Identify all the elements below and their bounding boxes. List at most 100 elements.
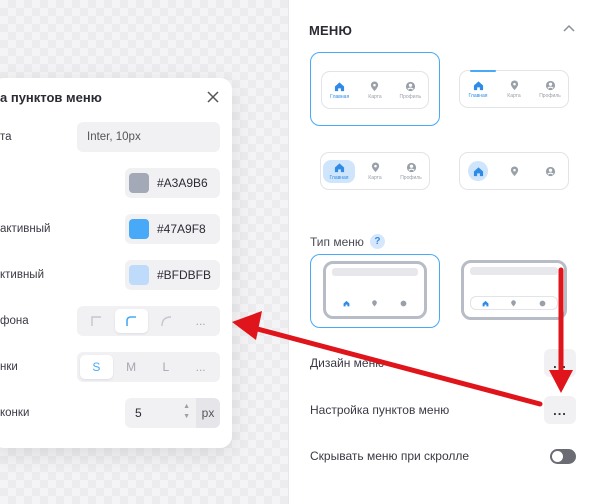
nav-home-label: Главная <box>468 92 488 99</box>
round-corner-icon <box>161 316 171 327</box>
color-row: #A3A9B6 <box>0 168 220 198</box>
round-corner-option[interactable] <box>150 309 183 333</box>
nav-home-item: Главная <box>463 80 493 99</box>
nav-map-label: Карта <box>368 93 382 100</box>
profile-icon <box>545 166 555 176</box>
close-icon[interactable] <box>206 90 220 104</box>
menu-design-button[interactable]: ... <box>544 349 576 377</box>
inactive-color-field[interactable]: #BFDBFB <box>125 260 220 290</box>
rounded-corner-icon <box>126 316 137 326</box>
profile-icon <box>405 81 415 91</box>
size-row: нки S M L ... <box>0 352 220 382</box>
size-option-l[interactable]: L <box>150 355 183 379</box>
menu-type-label: Тип меню ? <box>310 234 385 249</box>
nav-home-item: Главная <box>325 81 355 100</box>
size-label: нки <box>0 361 18 373</box>
active-color-swatch <box>129 219 149 239</box>
menu-items-settings-button[interactable]: ... <box>544 396 576 424</box>
menu-design-option-3[interactable]: Главная Карта Профиль <box>310 134 440 208</box>
square-corner-option[interactable] <box>80 309 113 333</box>
nav-map-item: Карта <box>499 79 529 99</box>
font-field[interactable]: Inter, 10px <box>77 122 220 152</box>
location-pin-icon <box>511 299 517 306</box>
location-pin-icon <box>510 165 518 176</box>
panel-title: МЕНЮ <box>309 23 353 38</box>
mini-nav <box>459 152 569 190</box>
menu-design-row: Дизайн меню ... <box>310 348 576 378</box>
chevron-up-icon[interactable] <box>562 23 576 33</box>
mini-nav: Главная Карта Профиль <box>320 152 430 190</box>
home-icon <box>482 300 489 306</box>
nav-map-label: Карта <box>507 92 521 99</box>
phone-tabbar <box>332 296 418 310</box>
nav-profile-item: Профиль <box>396 162 426 181</box>
popup-title: а пунктов меню <box>0 90 102 105</box>
menu-design-option-4[interactable] <box>449 134 579 208</box>
size-option-more[interactable]: ... <box>184 355 217 379</box>
nav-home-label: Главная <box>329 174 349 181</box>
location-pin-icon <box>372 299 378 306</box>
size-selector: S M L ... <box>77 352 220 382</box>
nav-home-item <box>463 161 493 181</box>
background-shape-label: фона <box>0 315 29 327</box>
size-option-s[interactable]: S <box>80 355 113 379</box>
color-swatch <box>129 173 149 193</box>
mini-nav: Главная Карта Профиль <box>459 70 569 108</box>
square-corner-icon <box>91 316 102 326</box>
hide-on-scroll-toggle[interactable] <box>550 448 576 464</box>
inactive-color-row: ктивный #BFDBFB <box>0 260 220 290</box>
menu-design-label: Дизайн меню <box>310 356 385 370</box>
help-icon[interactable]: ? <box>369 234 385 249</box>
nav-profile-label: Профиль <box>400 174 422 181</box>
menu-design-option-1[interactable]: Главная Карта Профиль <box>310 52 440 126</box>
location-pin-icon <box>371 161 379 172</box>
phone-header-bar <box>470 267 558 275</box>
menu-items-settings-label: Настройка пунктов меню <box>310 403 450 417</box>
icon-size-label: конки <box>0 407 30 419</box>
icon-size-row: конки 5 ▲ ▼ px <box>0 398 220 428</box>
phone-preview <box>461 260 567 320</box>
active-circle <box>468 161 488 181</box>
inactive-color-swatch <box>129 265 149 285</box>
icon-size-value: 5 <box>135 406 142 420</box>
nav-map-item <box>499 165 529 177</box>
home-icon <box>335 81 345 91</box>
phone-header-bar <box>332 268 418 276</box>
menu-design-option-2[interactable]: Главная Карта Профиль <box>449 52 579 126</box>
stepper-arrows-icon[interactable]: ▲ ▼ <box>183 402 190 422</box>
nav-profile-label: Профиль <box>399 93 422 100</box>
nav-home-item: Главная <box>323 159 355 183</box>
phone-tabbar <box>470 296 558 310</box>
size-option-m[interactable]: M <box>115 355 148 379</box>
active-color-row: активный #47A9F8 <box>0 214 220 244</box>
nav-map-item: Карта <box>360 80 390 100</box>
background-shape-selector: ... <box>77 306 220 336</box>
profile-icon <box>406 162 416 172</box>
home-icon <box>334 162 344 172</box>
icon-size-stepper[interactable]: 5 ▲ ▼ px <box>125 398 220 428</box>
profile-icon <box>539 300 546 306</box>
location-pin-icon <box>371 80 379 91</box>
arrow-to-popup-head <box>232 311 262 340</box>
hide-on-scroll-row: Скрывать меню при скролле <box>310 441 576 471</box>
nav-profile-item <box>535 166 565 177</box>
rounded-corner-option[interactable] <box>114 309 148 333</box>
nav-profile-item: Профиль <box>395 81 425 100</box>
inactive-color-value: #BFDBFB <box>157 268 212 282</box>
icon-size-input[interactable]: 5 ▲ ▼ <box>125 398 196 428</box>
menu-items-settings-row: Настройка пунктов меню ... <box>310 395 576 425</box>
menu-type-option-1[interactable] <box>310 254 440 328</box>
color-field[interactable]: #A3A9B6 <box>125 168 220 198</box>
nav-profile-label: Профиль <box>539 92 561 99</box>
location-pin-icon <box>510 79 518 90</box>
panel-header[interactable]: МЕНЮ <box>309 22 576 38</box>
inactive-color-label: ктивный <box>0 269 45 281</box>
background-shape-row: фона ... <box>0 306 220 336</box>
active-indicator <box>470 70 496 72</box>
background-shape-more[interactable]: ... <box>184 309 217 333</box>
active-pill: Главная <box>323 159 355 183</box>
nav-home-label: Главная <box>330 93 350 100</box>
active-color-field[interactable]: #47A9F8 <box>125 214 220 244</box>
hide-on-scroll-label: Скрывать меню при скролле <box>310 449 470 463</box>
menu-type-option-2[interactable] <box>449 254 579 328</box>
